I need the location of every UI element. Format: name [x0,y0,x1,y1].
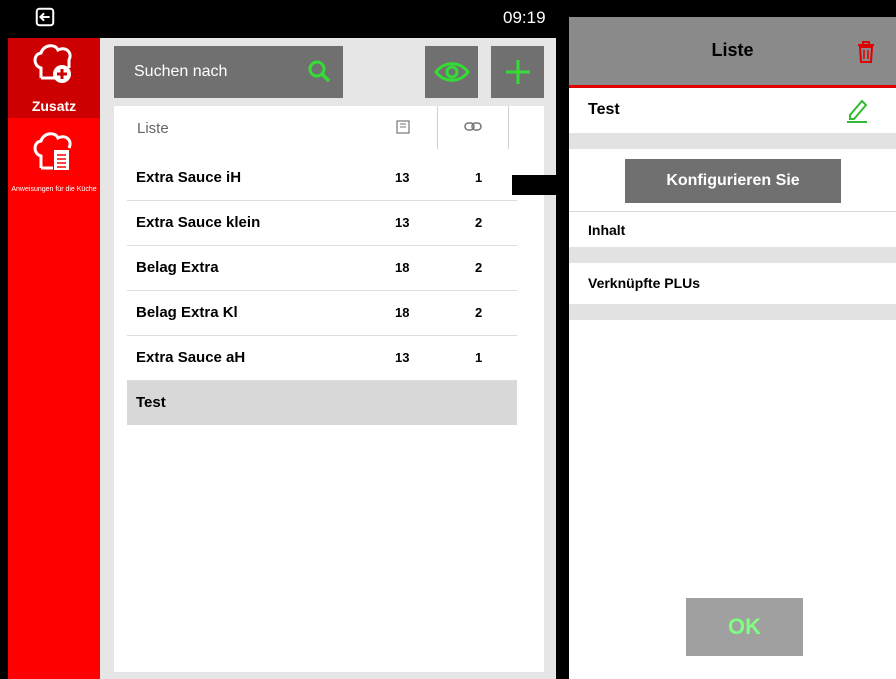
table-row[interactable]: Extra Sauce iH 13 1 [127,156,517,201]
pos-terminal-icon [396,120,410,134]
exit-icon[interactable] [34,6,56,28]
list-header: Liste [114,106,544,149]
table-row[interactable]: Belag Extra Kl 18 2 [127,291,517,336]
configure-button[interactable]: Konfigurieren Sie [625,159,841,203]
search-icon[interactable] [306,58,332,84]
row-links: 2 [475,215,483,230]
chef-hat-plus-icon [8,40,100,90]
row-links: 2 [475,260,483,275]
section-divider [569,247,896,263]
row-count: 18 [395,305,410,320]
eye-icon [434,62,470,82]
chef-hat-document-icon[interactable] [8,128,100,178]
row-name: Test [136,394,166,411]
app-window: 09:19 Zusatz Anweisungen für die Küche S… [0,0,896,679]
link-icon [464,122,482,131]
row-name: Belag Extra [136,259,219,276]
row-links: 2 [475,305,483,320]
row-count: 18 [395,260,410,275]
row-count: 13 [395,215,410,230]
panel-title: Liste [711,40,754,60]
divider-line [569,211,896,212]
list-rows: Extra Sauce iH 13 1 Extra Sauce klein 13… [127,156,517,425]
visibility-button[interactable] [425,46,478,98]
row-links: 1 [475,350,483,365]
row-name: Extra Sauce klein [136,214,261,231]
search-input[interactable]: Suchen nach [114,46,343,98]
column-divider [508,106,509,149]
row-name: Belag Extra Kl [136,304,238,321]
section-content[interactable]: Inhalt [588,222,625,238]
column-divider [437,106,438,149]
search-label: Suchen nach [134,63,228,80]
trash-icon[interactable] [857,41,875,63]
status-bar: 09:19 [8,0,556,38]
section-linked-plus[interactable]: Verknüpfte PLUs [588,275,700,291]
sidebar-item-label: Anweisungen für die Küche [11,186,97,193]
row-count: 13 [395,170,410,185]
row-links: 1 [475,170,483,185]
table-row[interactable]: Extra Sauce aH 13 1 [127,336,517,381]
bottom-strip [100,672,556,679]
row-name: Extra Sauce iH [136,169,242,186]
sidebar-item-label: Zusatz [31,98,77,114]
section-divider [569,133,896,149]
ok-button[interactable]: OK [686,598,803,656]
table-row-selected[interactable]: Test [127,381,517,425]
table-row[interactable]: Extra Sauce klein 13 2 [127,201,517,246]
table-row[interactable]: Belag Extra 18 2 [127,246,517,291]
row-count: 13 [395,350,410,365]
left-edge [0,0,8,679]
item-name: Test [588,101,620,118]
plus-icon [506,60,530,84]
pencil-icon[interactable] [845,97,869,123]
clock: 09:19 [503,8,546,27]
section-divider [569,304,896,320]
add-button[interactable] [491,46,544,98]
list-header-name: Liste [137,120,169,137]
row-name: Extra Sauce aH [136,349,246,366]
panel-header-accent [569,85,896,88]
